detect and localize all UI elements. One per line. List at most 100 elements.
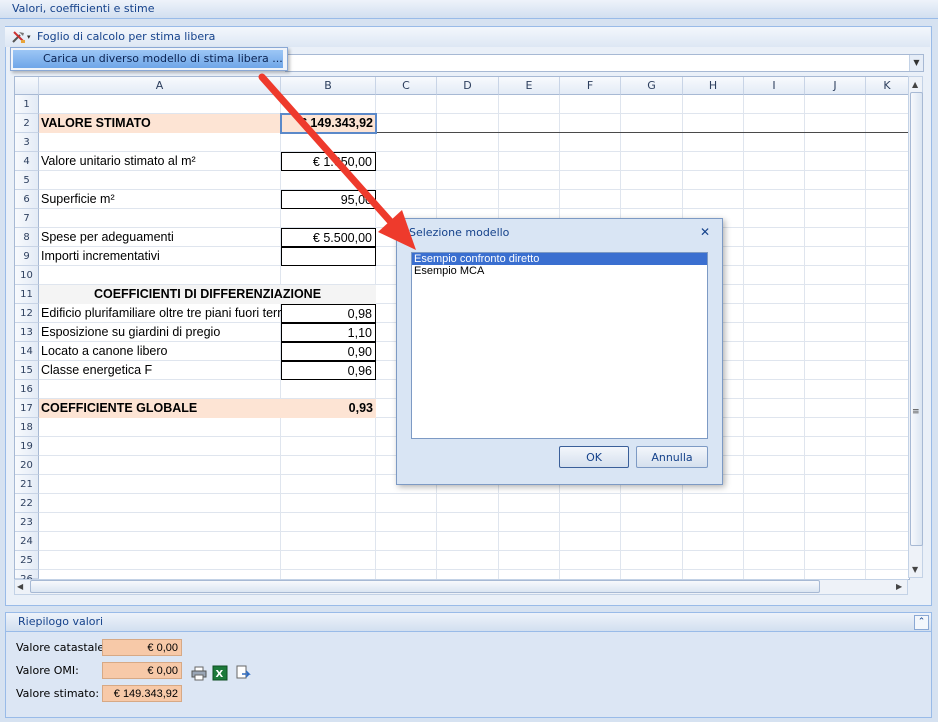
gridline [39, 531, 909, 532]
row-header[interactable]: 14 [15, 342, 39, 361]
cell-b14[interactable]: 0,90 [281, 342, 376, 361]
col-header-j[interactable]: J [805, 77, 866, 95]
row-header[interactable]: 18 [15, 418, 39, 437]
row-header[interactable]: 6 [15, 190, 39, 209]
row-header[interactable]: 3 [15, 133, 39, 152]
model-list[interactable]: Esempio confronto diretto Esempio MCA [411, 252, 708, 439]
cell-b15[interactable]: 0,96 [281, 361, 376, 380]
scroll-left-icon[interactable]: ◀ [17, 582, 23, 591]
row-header[interactable]: 2 [15, 114, 39, 133]
col-header-g[interactable]: G [621, 77, 683, 95]
toolbar-label: Foglio di calcolo per stima libera [37, 30, 216, 43]
scroll-down-icon[interactable]: ▼ [912, 565, 918, 574]
omi-value: € 0,00 [102, 662, 182, 679]
cell-b9[interactable] [281, 247, 376, 266]
row-header[interactable]: 17 [15, 399, 39, 418]
col-header-a[interactable]: A [39, 77, 281, 95]
formula-bar[interactable]: ▼ [285, 54, 924, 72]
gridline [39, 550, 909, 551]
row-header[interactable]: 9 [15, 247, 39, 266]
window-title: Valori, coefficienti e stime [12, 2, 155, 15]
row-header[interactable]: 20 [15, 456, 39, 475]
cell-b4[interactable]: € 1.650,00 [281, 152, 376, 171]
horizontal-scroll-thumb[interactable] [30, 580, 820, 593]
ok-button[interactable]: OK [559, 446, 629, 468]
row-header[interactable]: 11 [15, 285, 39, 304]
collapse-icon[interactable]: ⌃ [914, 615, 929, 630]
gridline [39, 569, 909, 570]
row-header[interactable]: 23 [15, 513, 39, 532]
cell-a4[interactable]: Valore unitario stimato al m² [39, 152, 281, 171]
cell-a8[interactable]: Spese per adeguamenti [39, 228, 281, 247]
row-header[interactable]: 4 [15, 152, 39, 171]
catastale-value: € 0,00 [102, 639, 182, 656]
summary-title: Riepilogo valori [18, 615, 104, 628]
corner-header[interactable] [15, 77, 39, 95]
summary-header: Riepilogo valori ⌃ [6, 613, 931, 632]
cell-a14[interactable]: Locato a canone libero [39, 342, 281, 361]
cell-a9[interactable]: Importi incrementativi [39, 247, 281, 266]
cell-b8[interactable]: € 5.500,00 [281, 228, 376, 247]
dropdown-arrow-icon[interactable]: ▾ [27, 33, 31, 41]
gridline [865, 95, 866, 579]
cell-a12[interactable]: Edificio plurifamiliare oltre tre piani … [39, 304, 281, 323]
gridline [804, 95, 805, 579]
row-header[interactable]: 26 [15, 570, 39, 579]
gridline [743, 95, 744, 579]
row-header[interactable]: 5 [15, 171, 39, 190]
row-header[interactable]: 13 [15, 323, 39, 342]
print-icon[interactable] [191, 665, 207, 681]
tools-icon[interactable] [11, 29, 27, 45]
col-header-h[interactable]: H [683, 77, 744, 95]
col-header-i[interactable]: I [744, 77, 805, 95]
menu-item-label: Carica un diverso modello di stima liber… [43, 52, 283, 65]
cell-b12[interactable]: 0,98 [281, 304, 376, 323]
row-header[interactable]: 10 [15, 266, 39, 285]
col-header-b[interactable]: B [281, 77, 376, 95]
row-header[interactable]: 16 [15, 380, 39, 399]
cell-b17[interactable]: 0,93 [281, 399, 376, 418]
cell-a6[interactable]: Superficie m² [39, 190, 281, 209]
cancel-button[interactable]: Annulla [636, 446, 708, 468]
row-header[interactable]: 12 [15, 304, 39, 323]
cell-a15[interactable]: Classe energetica F [39, 361, 281, 380]
row-header[interactable]: 15 [15, 361, 39, 380]
row-header[interactable]: 22 [15, 494, 39, 513]
scroll-up-icon[interactable]: ▲ [912, 80, 918, 89]
scroll-right-icon[interactable]: ▶ [896, 582, 902, 591]
stimato-value: € 149.343,92 [102, 685, 182, 702]
excel-icon[interactable]: X [212, 665, 228, 681]
row-header[interactable]: 19 [15, 437, 39, 456]
gridline [39, 493, 909, 494]
cell-b6[interactable]: 95,00 [281, 190, 376, 209]
list-item[interactable]: Esempio confronto diretto [412, 253, 707, 265]
list-item[interactable]: Esempio MCA [412, 265, 707, 277]
cell-b13[interactable]: 1,10 [281, 323, 376, 342]
chevron-down-icon[interactable]: ▼ [909, 55, 923, 71]
menu-item-load-model[interactable]: Carica un diverso modello di stima liber… [13, 50, 283, 68]
model-selection-dialog: Selezione modello ✕ Esempio confronto di… [396, 218, 723, 485]
col-header-f[interactable]: F [560, 77, 621, 95]
grip-icon: ≡ [912, 407, 920, 417]
vertical-scroll-thumb[interactable] [910, 92, 923, 546]
col-header-d[interactable]: D [437, 77, 499, 95]
row-header[interactable]: 1 [15, 95, 39, 114]
cell-a11-merged[interactable]: COEFFICIENTI DI DIFFERENZIAZIONE [39, 285, 376, 304]
export-icon[interactable] [235, 665, 251, 681]
cell-a17[interactable]: COEFFICIENTE GLOBALE [39, 399, 281, 418]
cell-a2[interactable]: VALORE STIMATO [39, 114, 281, 133]
row-header[interactable]: 8 [15, 228, 39, 247]
window-titlebar: Valori, coefficienti e stime [0, 0, 938, 19]
omi-label: Valore OMI: [16, 664, 79, 677]
close-icon[interactable]: ✕ [700, 225, 710, 239]
row-header[interactable]: 7 [15, 209, 39, 228]
row-header[interactable]: 25 [15, 551, 39, 570]
col-header-c[interactable]: C [376, 77, 437, 95]
cell-a13[interactable]: Esposizione su giardini di pregio [39, 323, 281, 342]
cell-b2[interactable]: € 149.343,92 [280, 113, 377, 134]
row-header[interactable]: 24 [15, 532, 39, 551]
col-header-e[interactable]: E [499, 77, 560, 95]
col-header-k[interactable]: K [866, 77, 909, 95]
catastale-label: Valore catastale: [16, 641, 108, 654]
row-header[interactable]: 21 [15, 475, 39, 494]
